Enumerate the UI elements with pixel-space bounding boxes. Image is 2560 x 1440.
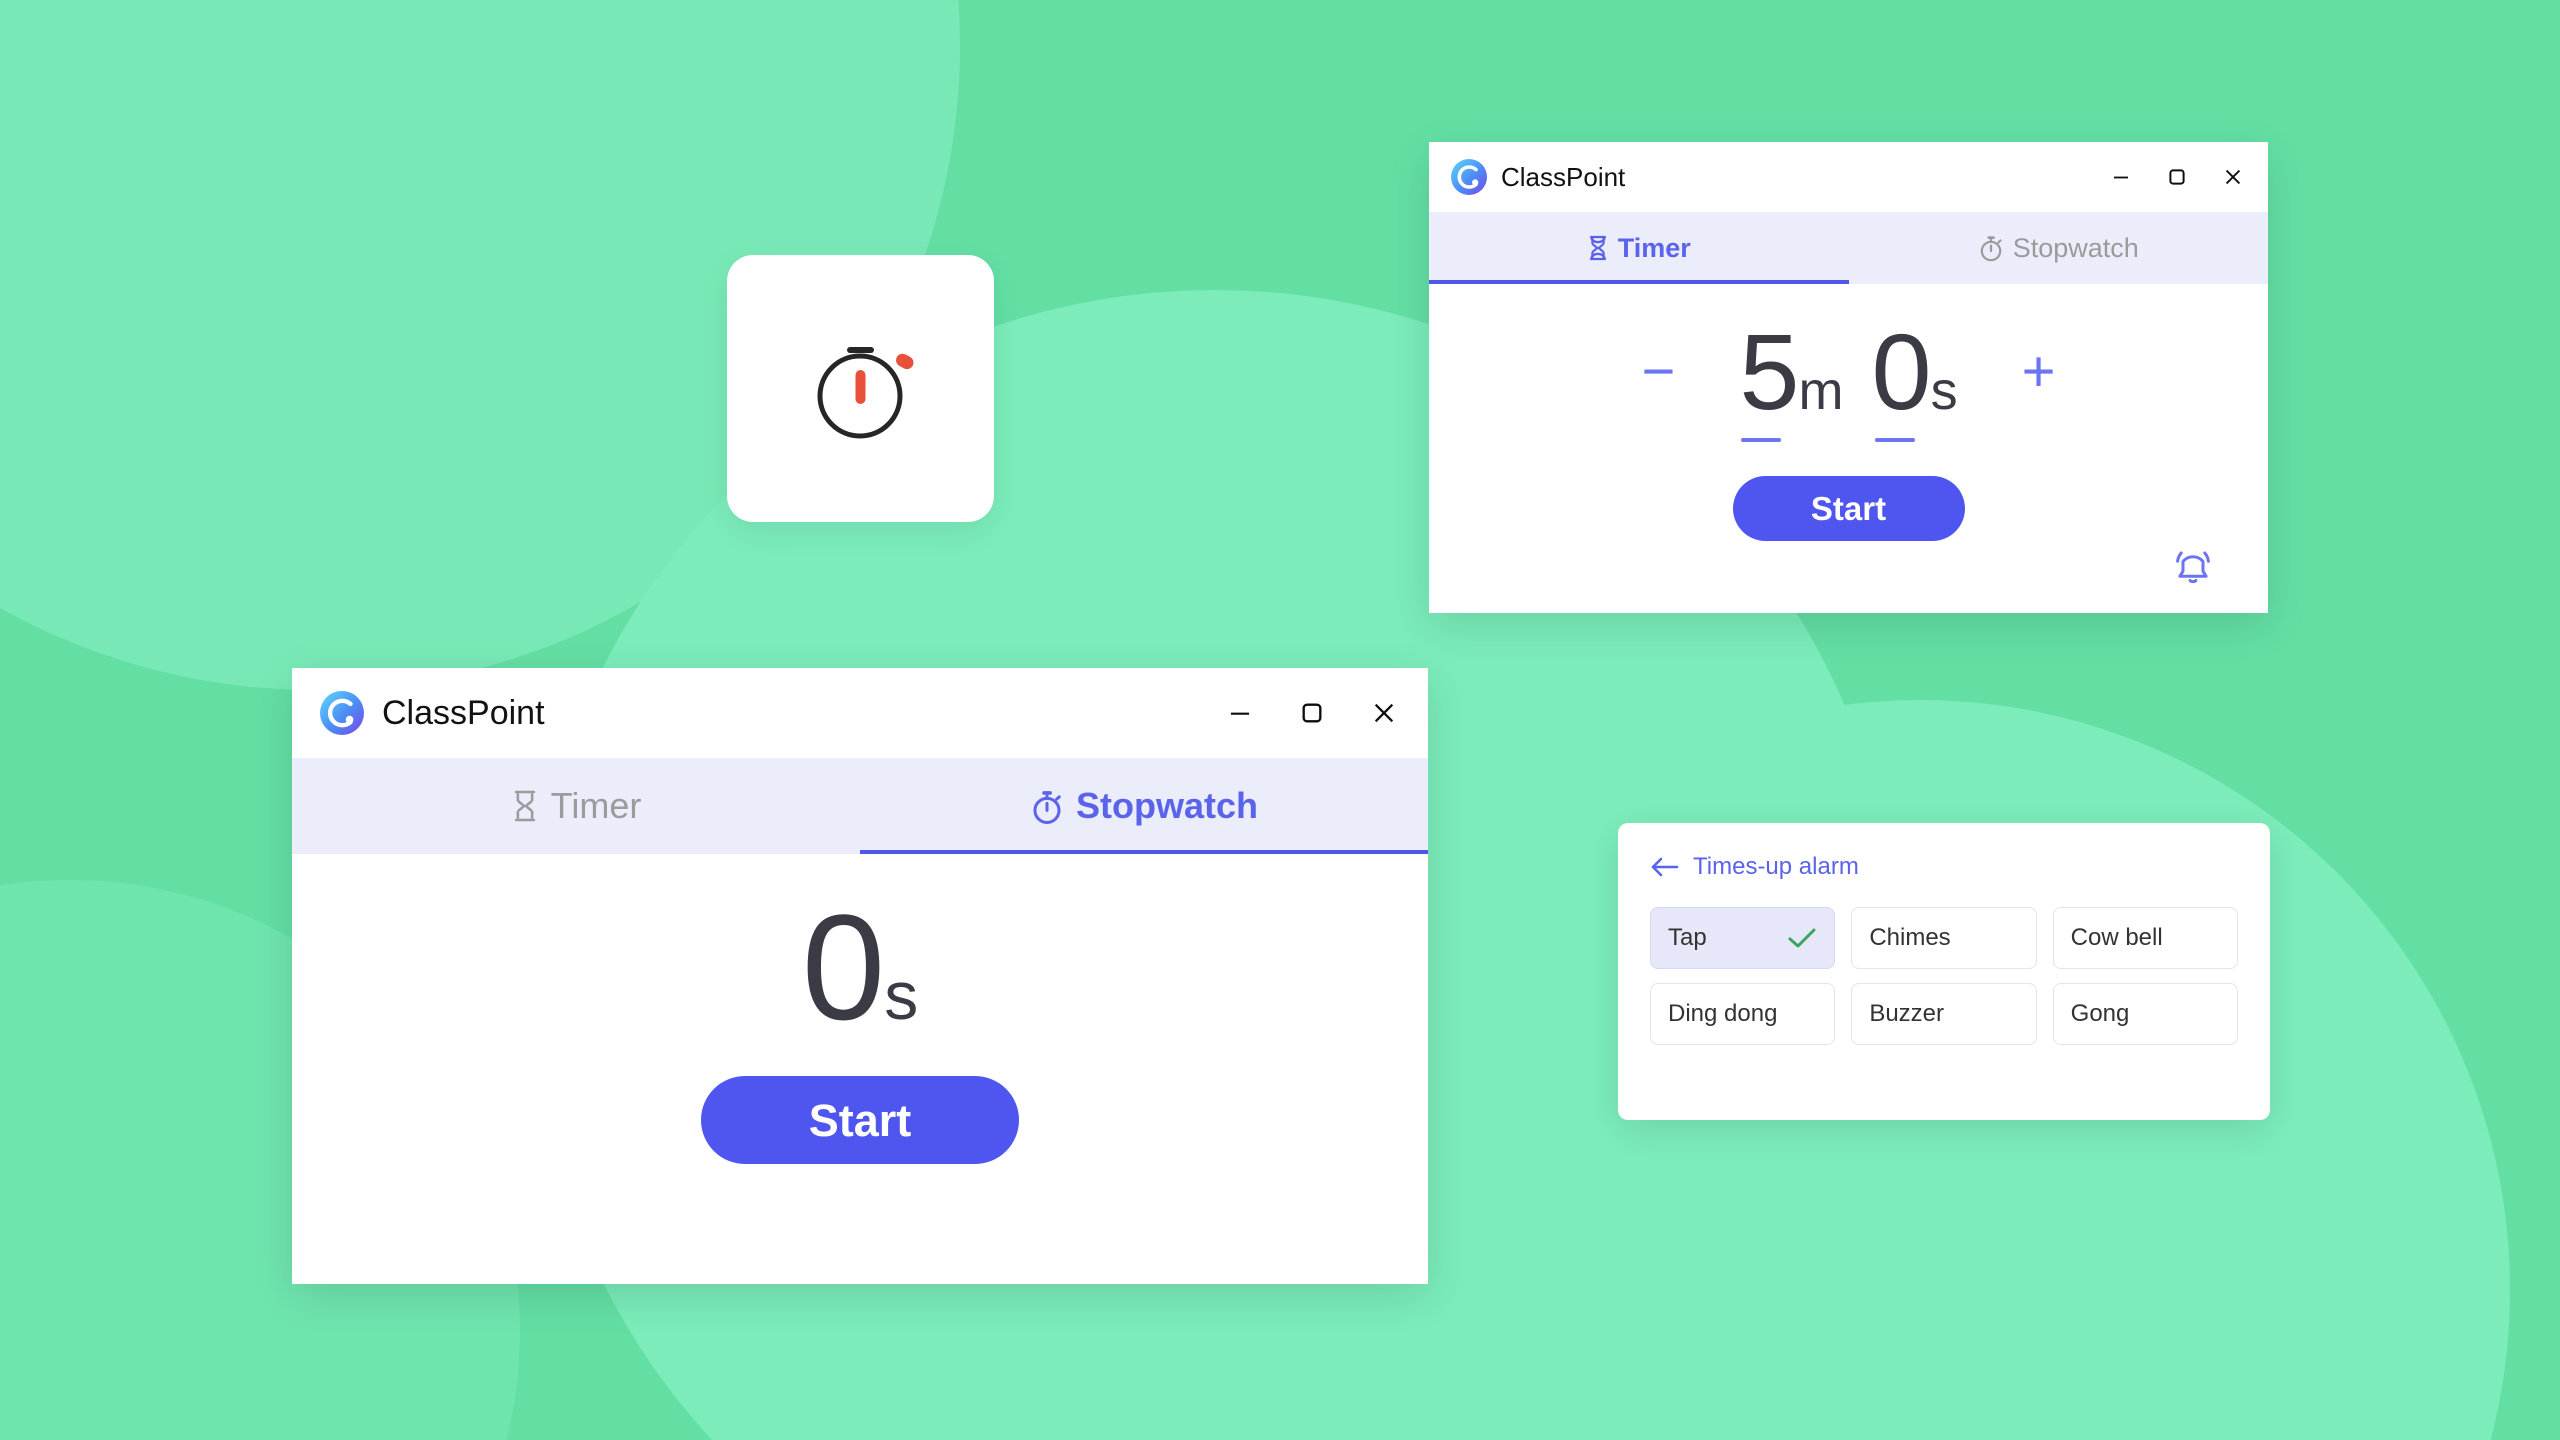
close-button[interactable]	[1370, 699, 1398, 727]
tab-timer-underline	[1429, 280, 1849, 284]
timer-seconds-unit: s	[1930, 361, 1958, 421]
stopwatch-seconds-value: 0	[801, 883, 885, 1051]
alarm-option-label: Ding dong	[1668, 1000, 1778, 1027]
alarm-panel-header: Times-up alarm	[1650, 853, 2238, 881]
hourglass-icon	[1589, 235, 1606, 261]
timer-body: − 5 m 0 s + Start	[1429, 318, 2268, 613]
timer-start-button[interactable]: Start	[1732, 476, 1965, 541]
tab-timer[interactable]: Timer	[292, 758, 860, 854]
stopwatch-icon	[1033, 790, 1061, 824]
stopwatch-window-brand: ClassPoint	[320, 691, 545, 735]
tab-timer[interactable]: Timer	[1429, 212, 1849, 284]
decrement-button[interactable]: −	[1642, 343, 1676, 401]
timer-minutes-value: 5	[1739, 311, 1799, 432]
back-button[interactable]	[1650, 856, 1680, 878]
timer-seconds-value: 0	[1871, 311, 1931, 432]
tab-stopwatch[interactable]: Stopwatch	[1849, 212, 2269, 284]
times-up-alarm-panel: Times-up alarm Tap Chimes Cow bell Ding …	[1618, 823, 2270, 1120]
alarm-option-chimes[interactable]: Chimes	[1851, 907, 2037, 969]
alarm-option-cow-bell[interactable]: Cow bell	[2052, 907, 2238, 969]
classpoint-logo	[320, 691, 364, 735]
page-background: ClassPoint Timer Stopwatch − 5 m 0 s + S…	[0, 0, 2560, 1440]
stopwatch-start-button[interactable]: Start	[701, 1076, 1019, 1164]
alarm-option-label: Gong	[2070, 1000, 2130, 1027]
increment-button[interactable]: +	[2022, 343, 2056, 401]
tab-timer-label: Timer	[1617, 232, 1691, 263]
alarm-option-ding-dong[interactable]: Ding dong	[1650, 983, 1836, 1045]
alarm-sound-button[interactable]	[2170, 547, 2216, 591]
alarm-option-label: Buzzer	[1869, 1000, 1945, 1027]
alarm-option-grid: Tap Chimes Cow bell Ding dong Buzzer Gon…	[1650, 907, 2238, 1045]
timer-minutes-group[interactable]: 5 m	[1739, 311, 1844, 442]
tab-stopwatch-label: Stopwatch	[2012, 232, 2139, 263]
close-icon	[1374, 703, 1394, 723]
stopwatch-window-title: ClassPoint	[382, 693, 545, 732]
tab-timer-label: Timer	[550, 785, 642, 826]
timer-seconds-group[interactable]: 0 s	[1871, 311, 1958, 442]
close-button[interactable]	[2222, 166, 2244, 188]
alarm-option-tap[interactable]: Tap	[1650, 907, 1836, 969]
stopwatch-icon	[1980, 236, 2002, 262]
minimize-icon	[2114, 176, 2128, 179]
maximize-icon	[1302, 703, 1322, 723]
minimize-button[interactable]	[1226, 699, 1254, 727]
tab-stopwatch[interactable]: Stopwatch	[860, 758, 1428, 854]
tab-stopwatch-underline	[860, 850, 1428, 854]
maximize-button[interactable]	[1298, 699, 1326, 727]
timer-minutes-underline	[1741, 438, 1782, 442]
stopwatch-value-display: 0 s	[292, 892, 1428, 1042]
timer-value-display: 5 m 0 s	[1739, 311, 1958, 442]
bell-ringing-icon	[2176, 551, 2210, 584]
minimize-icon	[1230, 712, 1250, 715]
alarm-option-label: Cow bell	[2070, 924, 2163, 951]
stopwatch-seconds-unit: s	[884, 958, 919, 1034]
alarm-option-label: Chimes	[1869, 924, 1951, 951]
stopwatch-window: ClassPoint Timer Stopwatch 0 s Start	[292, 668, 1428, 1284]
maximize-button[interactable]	[2166, 166, 2188, 188]
timer-window-titlebar[interactable]: ClassPoint	[1429, 142, 2268, 212]
timer-window-title: ClassPoint	[1501, 161, 1626, 192]
classpoint-logo	[1451, 159, 1487, 195]
check-icon	[1787, 926, 1817, 950]
timer-seconds-underline	[1875, 438, 1916, 442]
stopwatch-window-tabs: Timer Stopwatch	[292, 758, 1428, 854]
timer-window: ClassPoint Timer Stopwatch − 5 m 0 s + S…	[1429, 142, 2268, 613]
hourglass-icon	[514, 790, 535, 822]
timer-minutes-unit: m	[1798, 361, 1844, 421]
timer-window-brand: ClassPoint	[1451, 159, 1625, 195]
timer-value-row: − 5 m 0 s +	[1429, 311, 2268, 442]
minimize-button[interactable]	[2110, 166, 2132, 188]
close-icon	[2225, 169, 2241, 185]
stopwatch-icon	[817, 346, 913, 438]
alarm-option-buzzer[interactable]: Buzzer	[1851, 983, 2037, 1045]
alarm-panel-title: Times-up alarm	[1693, 853, 1859, 880]
arrow-left-icon	[1651, 857, 1679, 877]
timer-window-tabs: Timer Stopwatch	[1429, 212, 2268, 284]
timer-window-controls	[2110, 166, 2244, 188]
alarm-option-label: Tap	[1668, 924, 1707, 951]
alarm-option-gong[interactable]: Gong	[2052, 983, 2238, 1045]
stopwatch-window-titlebar[interactable]: ClassPoint	[292, 668, 1428, 758]
tab-stopwatch-label: Stopwatch	[1075, 785, 1258, 826]
maximize-icon	[2169, 169, 2185, 185]
stopwatch-body: 0 s Start	[292, 892, 1428, 1284]
stopwatch-window-controls	[1226, 699, 1398, 727]
stopwatch-feature-card	[727, 255, 994, 522]
